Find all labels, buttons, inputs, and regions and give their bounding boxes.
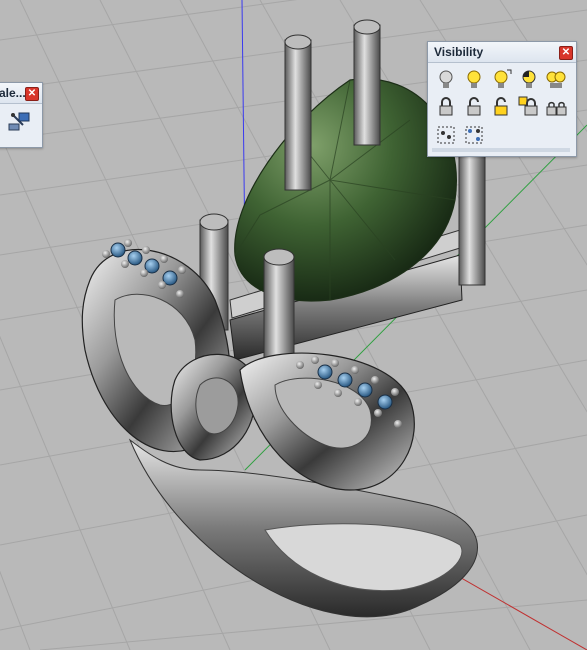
- visibility-panel-title[interactable]: Visibility ✕: [428, 42, 576, 63]
- show-selected-icon[interactable]: [462, 68, 486, 92]
- visibility-panel-footer: [432, 148, 570, 152]
- unlock-selected-icon[interactable]: [489, 95, 513, 119]
- close-icon[interactable]: ✕: [559, 46, 573, 60]
- lock-icon[interactable]: [434, 95, 458, 119]
- close-icon[interactable]: ✕: [25, 87, 39, 101]
- visibility-panel-title-text: Visibility: [434, 45, 484, 59]
- unlock-icon[interactable]: [462, 95, 486, 119]
- scale-toolbar-panel[interactable]: ale... ✕: [0, 82, 43, 148]
- scale-panel-title[interactable]: ale... ✕: [0, 83, 42, 104]
- scale-1d-icon[interactable]: [7, 109, 31, 133]
- hide-objects-icon[interactable]: [517, 68, 541, 92]
- visibility-panel[interactable]: Visibility ✕: [427, 41, 577, 157]
- lock-all-icon[interactable]: [544, 95, 568, 119]
- hide-swap-icon[interactable]: [489, 68, 513, 92]
- select-points-icon[interactable]: [462, 123, 486, 147]
- lock-swap-icon[interactable]: [517, 95, 541, 119]
- select-group-icon[interactable]: [434, 123, 458, 147]
- show-all-icon[interactable]: [544, 68, 568, 92]
- scale-panel-title-text: ale...: [0, 86, 26, 100]
- show-objects-icon[interactable]: [434, 68, 458, 92]
